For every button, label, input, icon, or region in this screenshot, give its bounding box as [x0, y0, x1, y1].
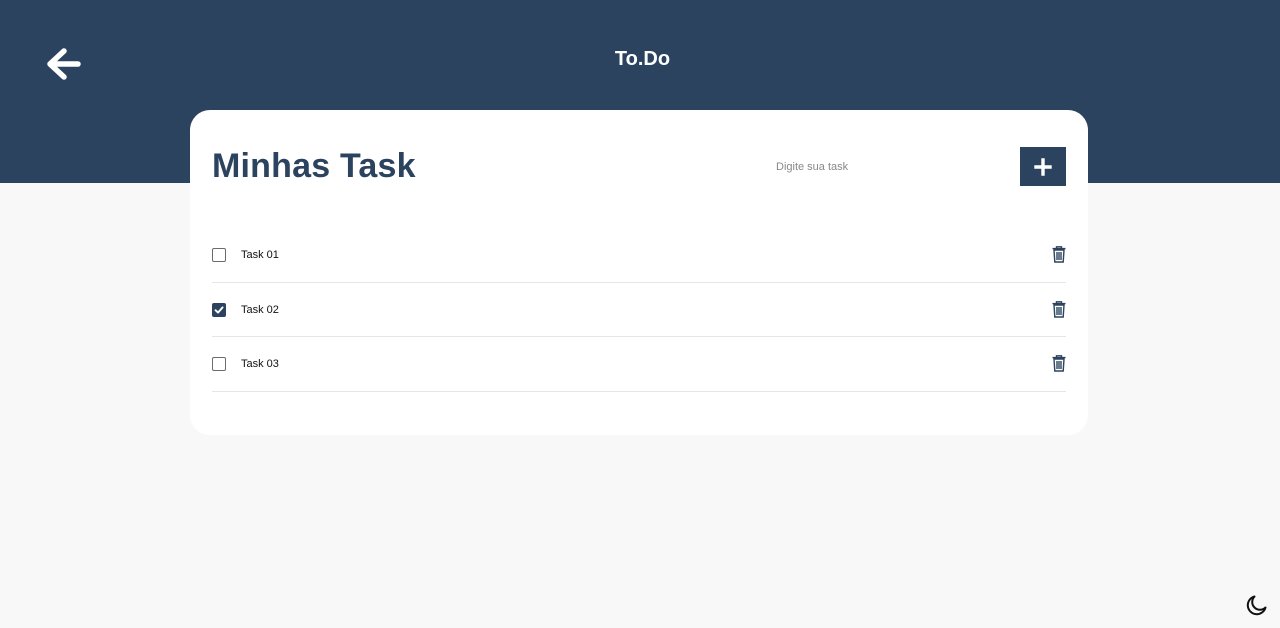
trash-icon	[1052, 300, 1066, 318]
trash-icon	[1052, 246, 1066, 263]
delete-task-button[interactable]	[1052, 246, 1066, 263]
checkmark-icon	[214, 305, 224, 314]
add-task-button[interactable]	[1020, 147, 1066, 186]
plus-icon	[1034, 157, 1052, 176]
task-label: Task 03	[241, 358, 279, 370]
moon-icon	[1246, 595, 1267, 616]
task-label: Task 01	[241, 249, 279, 261]
theme-toggle-button[interactable]	[1245, 593, 1269, 617]
task-list: Task 01 Task 02 Task 03	[212, 228, 1066, 392]
task-item: Task 01	[212, 228, 1066, 283]
task-checkbox[interactable]	[212, 248, 226, 262]
task-label: Task 02	[241, 303, 279, 316]
app-title: To.Do	[614, 48, 671, 70]
delete-task-button[interactable]	[1052, 355, 1066, 372]
task-item: Task 03	[212, 337, 1066, 392]
task-checkbox[interactable]	[212, 357, 226, 371]
task-input[interactable]	[776, 154, 996, 180]
delete-task-button[interactable]	[1052, 300, 1066, 318]
task-checkbox[interactable]	[212, 302, 226, 317]
trash-icon	[1052, 355, 1066, 372]
task-card: Minhas Task Task 01 Task 02	[190, 110, 1088, 435]
task-item: Task 02	[212, 283, 1066, 337]
page-title: Minhas Task	[212, 147, 416, 185]
